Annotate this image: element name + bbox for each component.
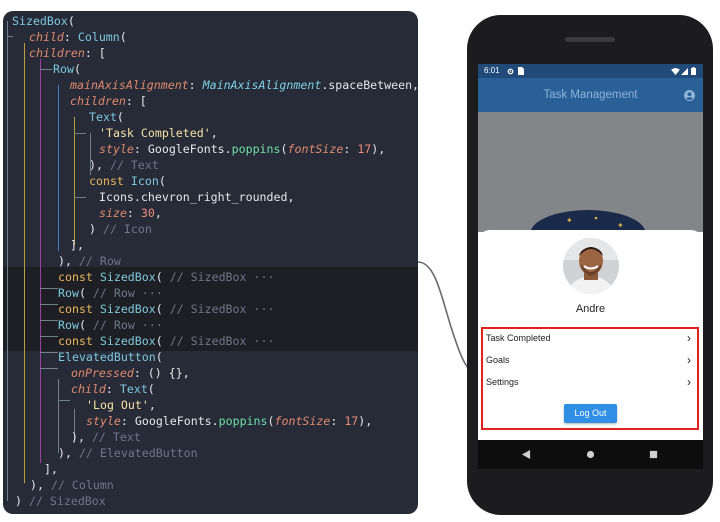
android-nav-bar [478,440,703,469]
menu-item-task-completed[interactable]: Task Completed › [486,328,691,348]
menu-item-label: Goals [486,355,510,365]
wifi-icon [671,68,680,75]
app-bar: Task Management [478,78,703,112]
dimmed-background: ✦ ✦ [478,112,703,232]
svg-text:✦: ✦ [617,221,624,230]
chevron-right-icon: › [687,331,691,345]
profile-bottom-sheet: Andre Task Completed › Goals › Settings … [478,230,703,440]
settings-status-icon [507,68,514,75]
app-bar-title: Task Management [543,89,638,101]
menu-item-label: Task Completed [486,333,551,343]
logout-button[interactable]: Log Out [564,404,617,423]
chevron-right-icon: › [687,375,691,389]
home-icon[interactable] [586,450,595,459]
account-icon[interactable] [684,90,695,101]
chevron-right-icon: › [687,353,691,367]
phone-screen: 6:01 Task Management ✦ ✦ Andre Task Comp… [478,64,703,469]
profile-name: Andre [575,303,606,315]
logout-button-label: Log Out [574,408,607,418]
sim-card-icon [518,67,524,75]
status-bar: 6:01 [478,64,703,78]
svg-text:✦: ✦ [566,216,573,225]
status-time: 6:01 [484,66,500,75]
menu-item-settings[interactable]: Settings › [486,372,691,392]
background-illustration: ✦ ✦ [530,210,646,232]
menu-item-goals[interactable]: Goals › [486,350,691,370]
earpiece [565,37,615,42]
avatar [563,238,619,294]
battery-icon [691,67,696,75]
back-icon[interactable] [522,450,531,459]
signal-icon [681,68,688,75]
recents-icon[interactable] [649,450,658,459]
menu-item-label: Settings [486,377,519,387]
